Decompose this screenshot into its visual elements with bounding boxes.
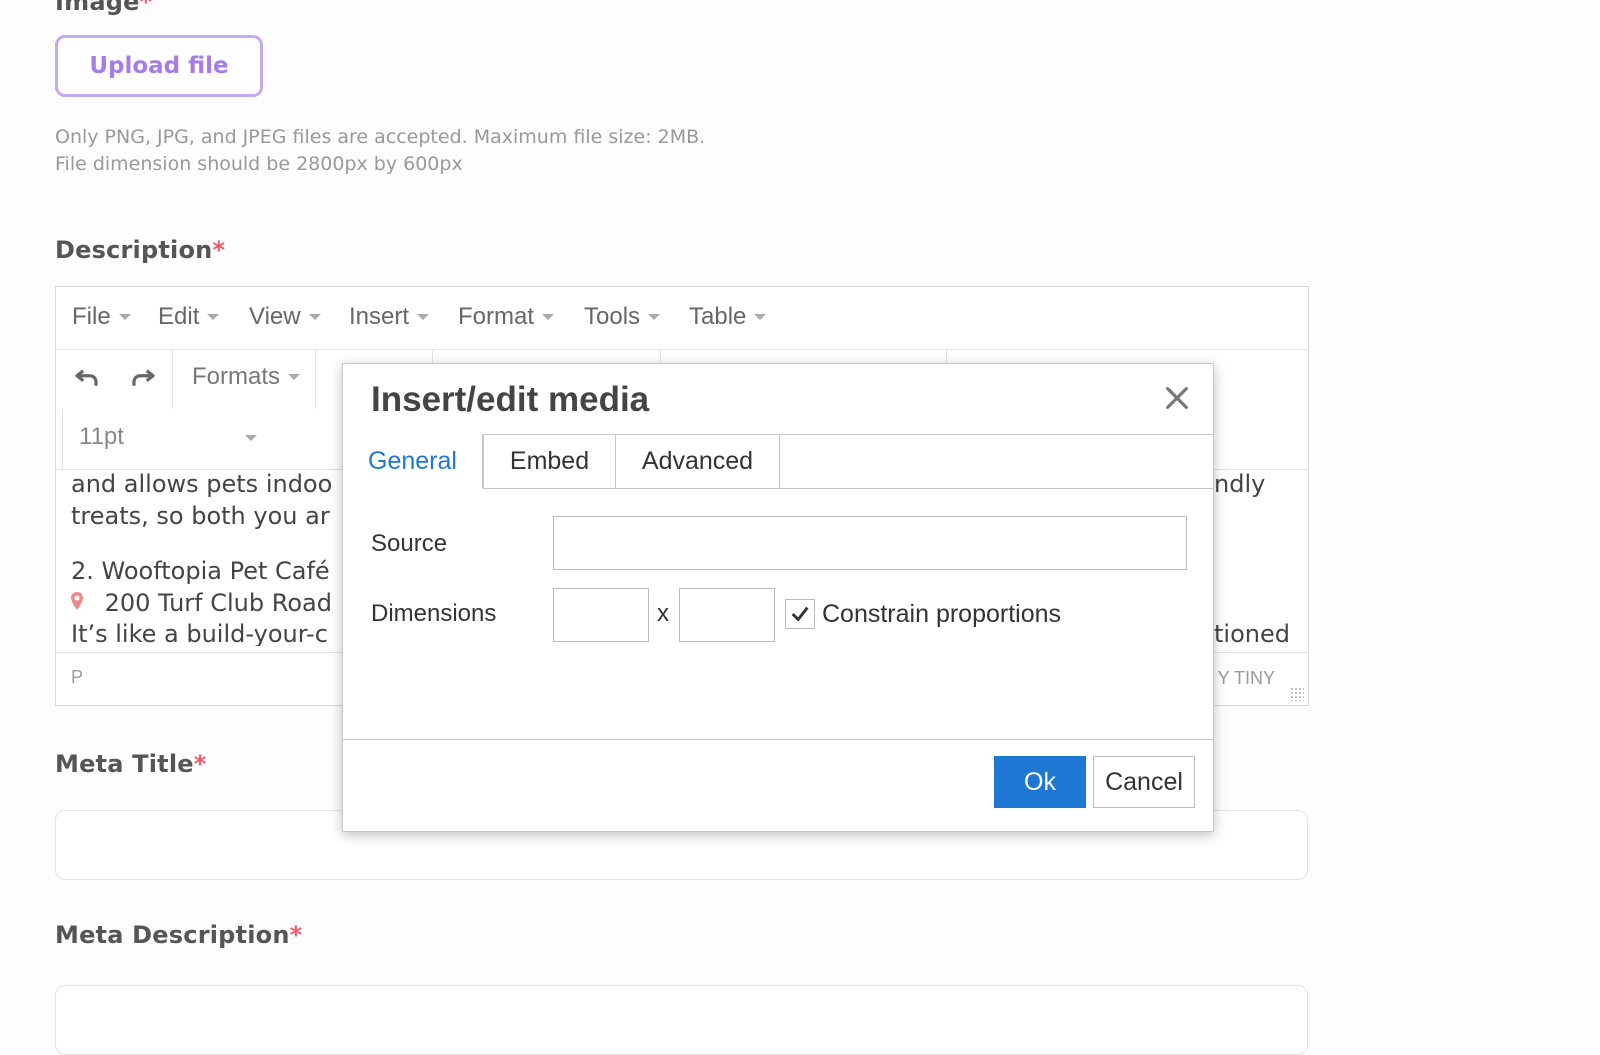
dialog-tabs: General Embed Advanced [343, 434, 1213, 489]
file-type-hint: Only PNG, JPG, and JPEG files are accept… [55, 126, 706, 148]
chevron-down-icon [542, 314, 555, 320]
chevron-down-icon [417, 314, 430, 320]
constrain-proportions-label[interactable]: Constrain proportions [822, 600, 1061, 629]
source-label: Source [371, 530, 448, 557]
element-path[interactable]: P [71, 667, 83, 688]
resize-handle-icon[interactable] [1290, 687, 1304, 701]
menu-insert-label: Insert [349, 303, 410, 330]
description-label: Description* [55, 236, 225, 264]
content-line-fragment: tioned [1214, 620, 1290, 646]
content-line-fragment: ndly [1214, 470, 1266, 498]
dimension-separator: x [657, 600, 669, 627]
required-mark: * [193, 750, 207, 778]
menu-edit-label: Edit [158, 303, 200, 330]
tab-embed[interactable]: Embed [483, 434, 616, 488]
menu-view[interactable]: View [249, 303, 321, 331]
menu-view-label: View [249, 303, 301, 330]
menu-format-label: Format [458, 303, 535, 330]
image-label-text: Image [55, 0, 140, 16]
image-field-label: Image* [55, 0, 152, 16]
source-input[interactable] [553, 516, 1187, 570]
chevron-down-icon [308, 314, 321, 320]
menu-table-label: Table [689, 303, 747, 330]
checkmark-icon [791, 606, 809, 621]
location-pin-icon [69, 591, 87, 619]
file-dimension-hint: File dimension should be 2800px by 600px [55, 153, 463, 175]
chevron-down-icon [288, 374, 301, 380]
meta-description-label-text: Meta Description [55, 921, 290, 949]
required-mark: * [289, 921, 303, 949]
ok-button[interactable]: Ok [994, 756, 1086, 808]
menu-table[interactable]: Table [689, 303, 767, 331]
content-line: It’s like a build-your-c [71, 620, 328, 646]
close-icon[interactable] [1161, 382, 1193, 414]
chevron-down-icon [245, 435, 257, 441]
font-size-value: 11pt [79, 423, 124, 450]
width-input[interactable] [553, 588, 649, 642]
dialog-footer-divider [343, 739, 1213, 740]
menu-tools-label: Tools [584, 303, 641, 330]
menu-file-label: File [72, 303, 111, 330]
content-line: treats, so both you ar [71, 502, 330, 530]
formats-label: Formats [192, 363, 281, 390]
meta-description-label: Meta Description* [55, 921, 302, 949]
insert-media-dialog: Insert/edit media General Embed Advanced… [342, 363, 1214, 832]
chevron-down-icon [648, 314, 661, 320]
dimensions-label: Dimensions [371, 600, 497, 627]
toolbar-divider [172, 349, 173, 409]
address-text: 200 Turf Club Road [104, 589, 332, 617]
content-line: and allows pets indoo [71, 470, 333, 498]
chevron-down-icon [118, 314, 131, 320]
formats-dropdown[interactable]: Formats [192, 363, 301, 391]
upload-file-button[interactable]: Upload file [55, 35, 263, 97]
menu-format[interactable]: Format [458, 303, 555, 331]
toolbar-divider [315, 349, 316, 409]
dialog-title: Insert/edit media [371, 380, 650, 419]
menu-tools[interactable]: Tools [584, 303, 661, 331]
meta-description-input[interactable] [55, 985, 1308, 1055]
editor-menubar: File Edit View Insert Format Tools Table [56, 287, 1308, 350]
chevron-down-icon [207, 314, 220, 320]
redo-icon[interactable] [128, 362, 158, 400]
menu-file[interactable]: File [72, 303, 131, 331]
description-label-text: Description [55, 236, 213, 264]
tab-general[interactable]: General [343, 434, 483, 489]
meta-title-label: Meta Title* [55, 750, 207, 778]
tab-advanced[interactable]: Advanced [616, 434, 780, 488]
undo-icon[interactable] [72, 362, 102, 400]
constrain-proportions-checkbox[interactable] [785, 599, 815, 629]
font-size-dropdown[interactable]: 11pt [62, 409, 285, 469]
meta-title-label-text: Meta Title [55, 750, 194, 778]
height-input[interactable] [679, 588, 775, 642]
cancel-button[interactable]: Cancel [1093, 756, 1195, 808]
powered-by-link[interactable]: Y TINY [1218, 668, 1275, 689]
menu-edit[interactable]: Edit [158, 303, 220, 331]
required-mark: * [139, 0, 153, 16]
chevron-down-icon [754, 314, 767, 320]
menu-insert[interactable]: Insert [349, 303, 430, 331]
content-line-address: 200 Turf Club Road [69, 589, 332, 619]
required-mark: * [212, 236, 226, 264]
content-line: 2. Wooftopia Pet Café [71, 557, 330, 585]
